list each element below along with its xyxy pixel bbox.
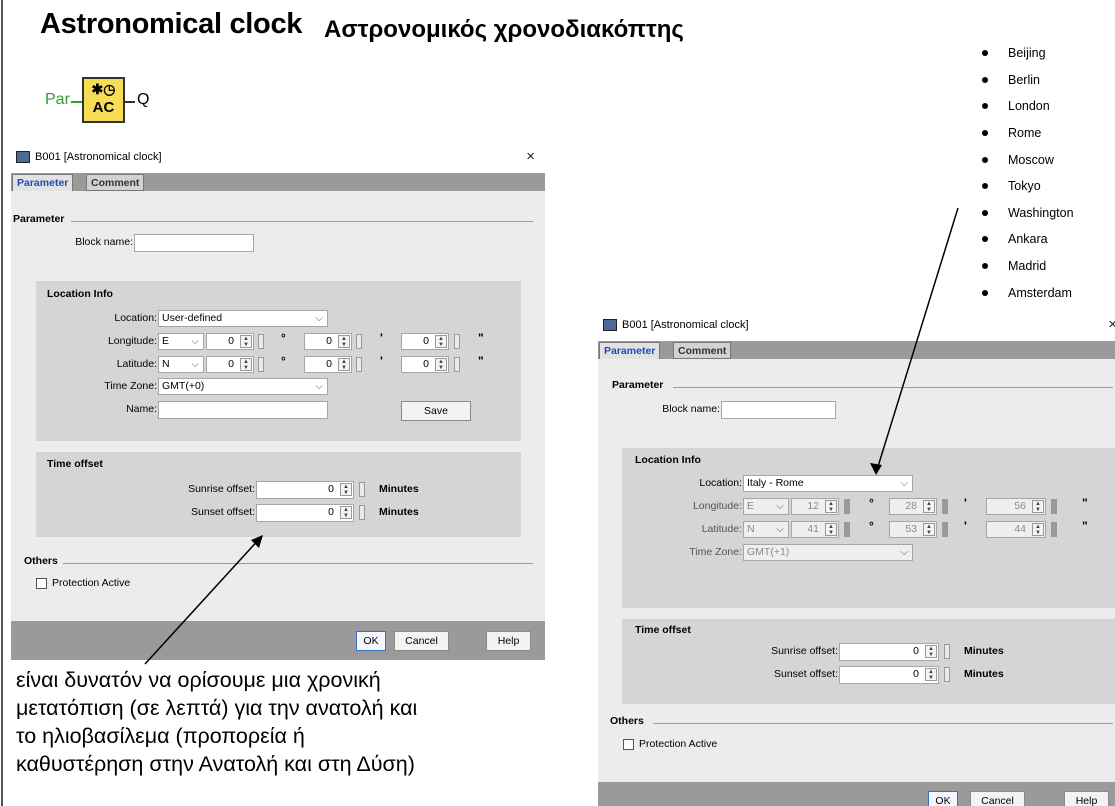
arrow-to-location	[875, 207, 959, 474]
arrow-head-icon	[870, 463, 882, 475]
note-line: μετατόπιση (σε λεπτά) για την ανατολή κα…	[16, 696, 418, 720]
note-line: το ηλιοβασίλεμα (προπορεία ή	[16, 724, 305, 748]
note-line: καθυστέρηση στην Ανατολή και στη Δύση)	[16, 752, 415, 776]
explanation-note: είναι δυνατόν να ορίσουμε μια χρονική με…	[16, 666, 556, 778]
note-line: είναι δυνατόν να ορίσουμε μια χρονική	[16, 668, 381, 692]
arrow-to-time-offset	[144, 535, 263, 665]
